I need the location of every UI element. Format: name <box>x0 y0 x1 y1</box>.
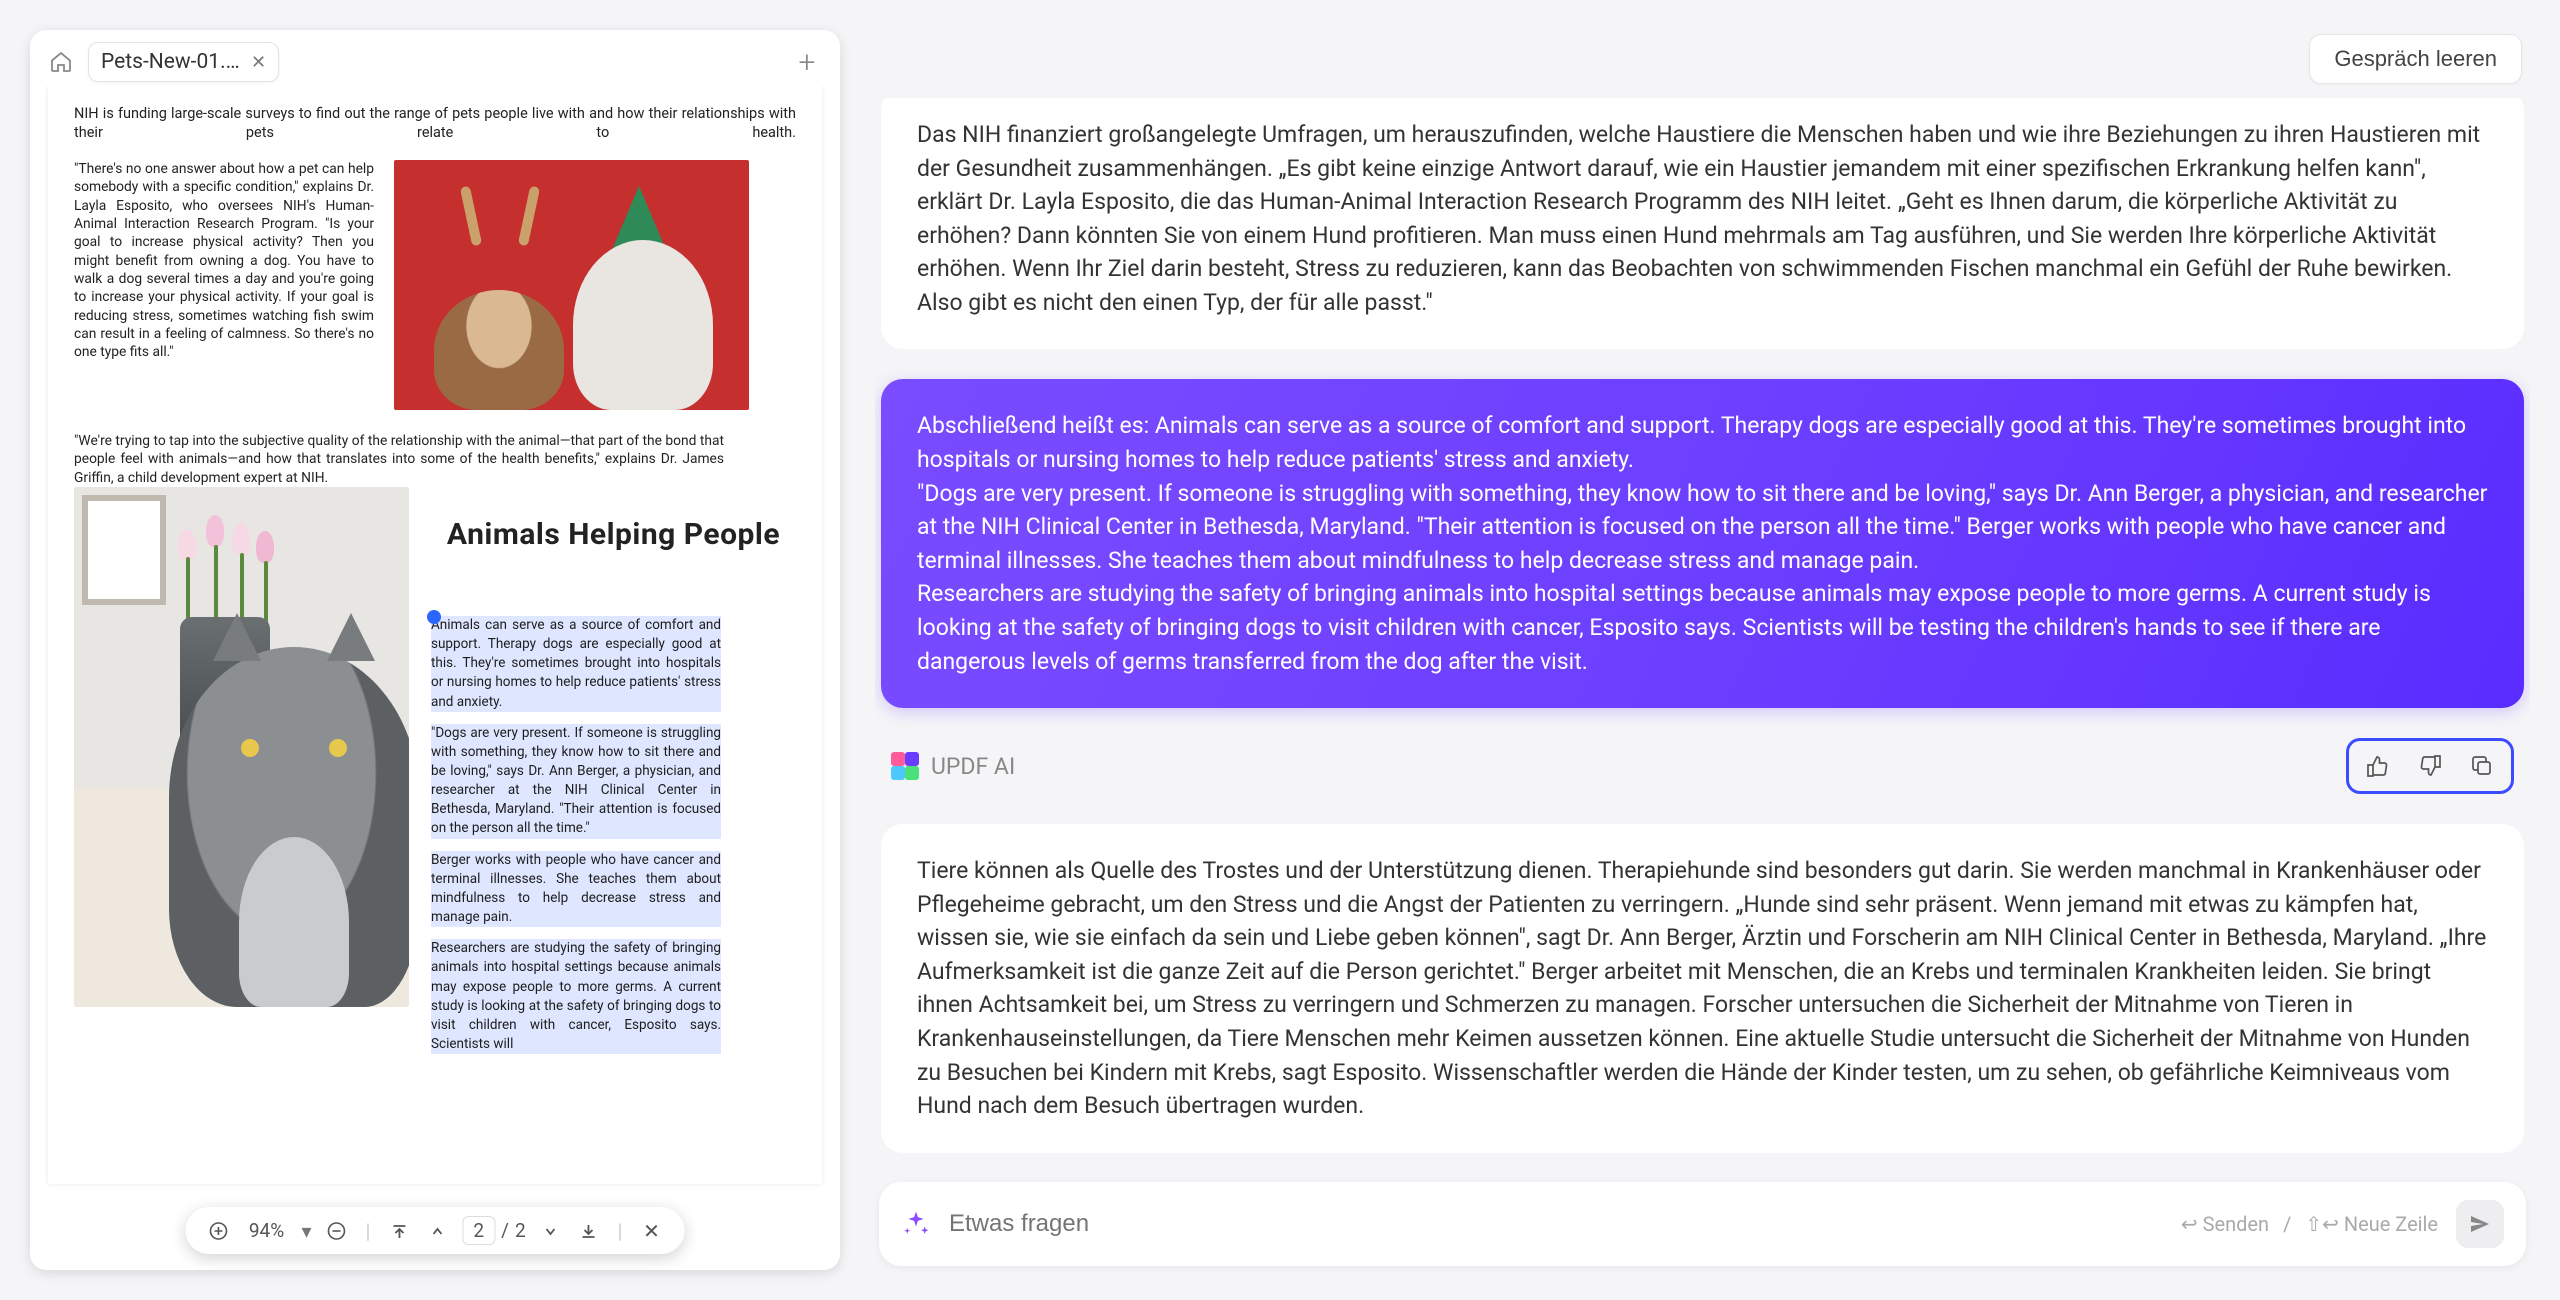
doc-highlight-p2: "Dogs are very present. If someone is st… <box>431 724 721 839</box>
tab-label: Pets-New-01.p… <box>101 50 241 74</box>
thumbs-up-button[interactable] <box>2361 749 2395 783</box>
ai-badge: UPDF AI <box>891 752 1015 780</box>
ai-label: UPDF AI <box>931 753 1015 780</box>
doc-quote-2: "We're trying to tap into the subjective… <box>74 432 724 487</box>
doc-paragraph-intro: NIH is funding large-scale surveys to fi… <box>74 104 796 143</box>
first-page-button[interactable] <box>386 1218 412 1244</box>
zoom-value: 94% <box>243 1219 289 1242</box>
updf-logo-icon <box>891 752 919 780</box>
document-viewport[interactable]: NIH is funding large-scale surveys to fi… <box>30 86 840 1270</box>
send-hint: ↩ Senden <box>2181 1212 2269 1236</box>
feedback-box <box>2346 738 2514 794</box>
home-icon <box>49 50 73 74</box>
zoom-in-button[interactable] <box>205 1218 231 1244</box>
photo-dogs-christmas <box>394 160 749 410</box>
page-current[interactable]: 2 <box>462 1216 495 1245</box>
newline-hint: ⇧↩ Neue Zeile <box>2305 1212 2438 1236</box>
zoom-dropdown-icon[interactable]: ▾ <box>301 1219 311 1243</box>
copy-button[interactable] <box>2465 749 2499 783</box>
chat-pane: Gespräch leeren Das NIH finanziert großa… <box>875 30 2530 1270</box>
doc-quote-1: "There's no one answer about how a pet c… <box>74 160 374 410</box>
doc-highlight-p3: Berger works with people who have cancer… <box>431 851 721 928</box>
send-button[interactable] <box>2456 1200 2504 1248</box>
page-indicator: 2 / 2 <box>462 1216 525 1245</box>
new-tab-button[interactable]: + <box>788 43 826 81</box>
selected-text-block[interactable]: Animals can serve as a source of comfort… <box>431 568 721 1054</box>
separator: | <box>614 1219 627 1243</box>
input-hints: ↩ Senden / ⇧↩ Neue Zeile <box>2181 1212 2438 1236</box>
thumbs-down-button[interactable] <box>2413 749 2447 783</box>
next-page-button[interactable] <box>538 1218 564 1244</box>
home-button[interactable] <box>44 45 78 79</box>
zoom-out-button[interactable] <box>324 1218 350 1244</box>
chat-input[interactable] <box>949 1210 2163 1238</box>
tab-bar: Pets-New-01.p… ✕ + <box>30 30 840 86</box>
doc-heading: Animals Helping People <box>431 517 796 552</box>
document-pane: Pets-New-01.p… ✕ + NIH is funding large-… <box>30 30 840 1270</box>
reset-conversation-button[interactable]: Gespräch leeren <box>2309 34 2522 84</box>
assistant-message: Das NIH finanziert großangelegte Umfrage… <box>881 98 2524 349</box>
doc-highlight-p1: Animals can serve as a source of comfort… <box>431 616 721 712</box>
assistant-message: Tiere können als Quelle des Trostes und … <box>881 824 2524 1153</box>
close-toolbar-button[interactable]: ✕ <box>639 1218 665 1244</box>
selection-handle[interactable] <box>427 610 441 624</box>
photo-cat-tulips <box>74 487 409 1007</box>
ai-attribution-row: UPDF AI <box>881 738 2524 794</box>
user-message: Abschließend heißt es: Animals can serve… <box>881 379 2524 708</box>
page-total: 2 <box>515 1219 526 1242</box>
close-icon[interactable]: ✕ <box>251 52 266 73</box>
chat-input-bar: ↩ Senden / ⇧↩ Neue Zeile <box>879 1182 2526 1266</box>
prev-page-button[interactable] <box>424 1218 450 1244</box>
chat-header: Gespräch leeren <box>875 30 2530 98</box>
spark-icon <box>901 1209 931 1239</box>
conversation[interactable]: Das NIH finanziert großangelegte Umfrage… <box>875 98 2530 1162</box>
document-tab[interactable]: Pets-New-01.p… ✕ <box>88 42 279 82</box>
separator: | <box>362 1219 375 1243</box>
document-page: NIH is funding large-scale surveys to fi… <box>48 86 822 1184</box>
viewer-toolbar: 94% ▾ | 2 / 2 | ✕ <box>185 1207 684 1254</box>
last-page-button[interactable] <box>576 1218 602 1244</box>
doc-highlight-p4: Researchers are studying the safety of b… <box>431 939 721 1054</box>
